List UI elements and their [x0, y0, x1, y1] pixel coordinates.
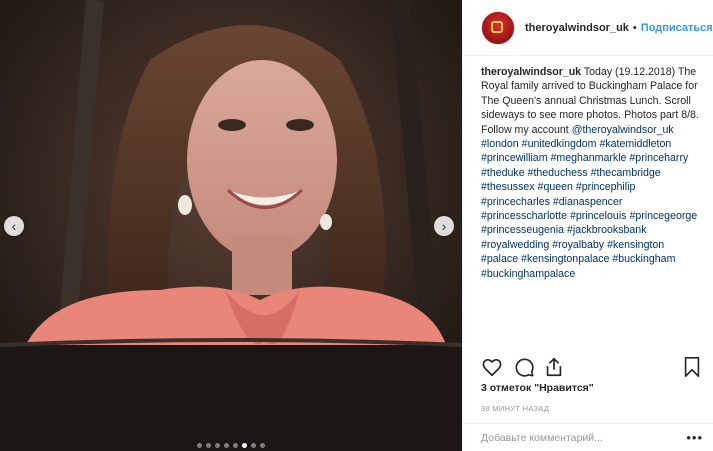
post-photo[interactable]: ‹ ›	[0, 0, 462, 451]
carousel-next-button[interactable]: ›	[434, 216, 454, 236]
hashtag-link[interactable]: #unitedkingdom	[522, 138, 597, 150]
hashtag-link[interactable]: #kensington	[607, 239, 664, 251]
post-side-panel: theroyalwindsor_uk • Подписаться theroya…	[462, 0, 713, 451]
hashtag-link[interactable]: #royalwedding	[481, 239, 549, 251]
caption-mention[interactable]: @theroyalwindsor_uk	[572, 124, 674, 136]
hashtag-link[interactable]: #meghanmarkle	[550, 152, 626, 164]
chevron-left-icon: ‹	[11, 218, 17, 234]
hashtag-link[interactable]: #dianaspencer	[553, 196, 623, 208]
hashtag-link[interactable]: #theduke	[481, 167, 525, 179]
header-separator: •	[632, 21, 637, 34]
likes-count[interactable]: 3 отметок "Нравится"	[481, 382, 594, 394]
hashtag-link[interactable]: #thesussex	[481, 181, 535, 193]
hashtag-link[interactable]: #theduchess	[528, 167, 588, 179]
hashtag-link[interactable]: #kensingtonpalace	[521, 253, 609, 265]
carousel-dot	[215, 443, 220, 448]
instagram-post: ‹ › theroyalwindsor_uk • Подписаться the…	[0, 0, 713, 451]
chevron-right-icon: ›	[441, 218, 447, 234]
comment-icon[interactable]	[513, 356, 535, 378]
carousel-dot	[251, 443, 256, 448]
carousel-prev-button[interactable]: ‹	[4, 216, 24, 236]
comment-input[interactable]	[481, 431, 687, 444]
carousel-indicator	[0, 443, 462, 448]
author-username[interactable]: theroyalwindsor_uk	[525, 22, 629, 34]
more-options-icon[interactable]: •••	[686, 430, 703, 445]
share-icon[interactable]	[543, 356, 565, 378]
post-timestamp: 38 МИНУТ НАЗАД	[481, 404, 550, 413]
hashtag-link[interactable]: #princecharles	[481, 196, 550, 208]
bookmark-icon[interactable]	[681, 356, 703, 378]
carousel-dot	[197, 443, 202, 448]
follow-button[interactable]: Подписаться	[641, 22, 713, 34]
carousel-dot	[242, 443, 247, 448]
hashtag-link[interactable]: #princephilip	[576, 181, 635, 193]
avatar[interactable]	[481, 10, 515, 45]
hashtag-link[interactable]: #katemiddleton	[599, 138, 671, 150]
hashtag-link[interactable]: #thecambridge	[591, 167, 661, 179]
carousel-dot	[206, 443, 211, 448]
heart-icon[interactable]	[481, 356, 503, 378]
hashtag-link[interactable]: #princeharry	[629, 152, 688, 164]
photo-illustration	[0, 0, 462, 451]
hashtag-link[interactable]: #queen	[538, 181, 573, 193]
post-header: theroyalwindsor_uk • Подписаться	[463, 0, 713, 56]
carousel-dot	[233, 443, 238, 448]
hashtag-link[interactable]: #princesseugenia	[481, 224, 564, 236]
hashtag-list: #london #unitedkingdom #katemiddleton #p…	[481, 138, 697, 280]
hashtag-link[interactable]: #princewilliam	[481, 152, 548, 164]
hashtag-link[interactable]: #buckinghampalace	[481, 268, 575, 280]
hashtag-link[interactable]: #princelouis	[570, 210, 627, 222]
hashtag-link[interactable]: #palace	[481, 253, 518, 265]
carousel-dot	[224, 443, 229, 448]
hashtag-link[interactable]: #jackbrooksbank	[567, 224, 647, 236]
hashtag-link[interactable]: #buckingham	[612, 253, 675, 265]
caption-author[interactable]: theroyalwindsor_uk	[481, 66, 581, 78]
hashtag-link[interactable]: #royalbaby	[552, 239, 604, 251]
post-caption: theroyalwindsor_uk Today (19.12.2018) Th…	[463, 56, 713, 281]
hashtag-link[interactable]: #london	[481, 138, 519, 150]
post-actions	[481, 356, 703, 378]
hashtag-link[interactable]: #princegeorge	[629, 210, 697, 222]
carousel-dot	[260, 443, 265, 448]
hashtag-link[interactable]: #princesscharlotte	[481, 210, 567, 222]
comment-bar: •••	[463, 423, 713, 451]
